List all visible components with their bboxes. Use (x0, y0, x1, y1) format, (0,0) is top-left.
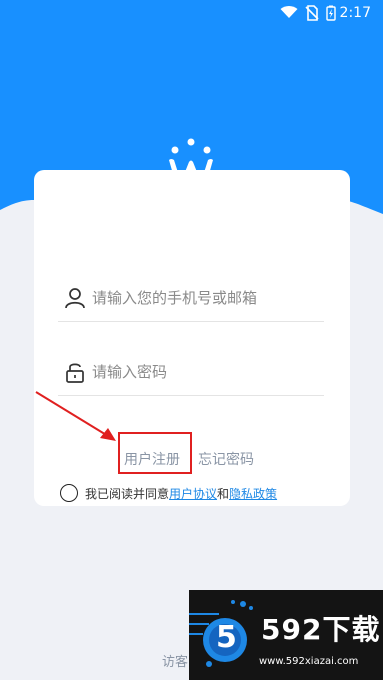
account-field (58, 272, 324, 322)
user-agreement-link[interactable]: 用户协议 (169, 485, 217, 502)
watermark: 5 592下载 www.592xiazai.com (189, 590, 383, 680)
status-time: 2:17 (339, 5, 371, 21)
account-input[interactable] (92, 284, 322, 312)
password-input[interactable] (92, 358, 322, 386)
forgot-password-link[interactable]: 忘记密码 (198, 449, 254, 469)
status-bar: 2:17 (0, 0, 383, 26)
password-field (58, 346, 324, 396)
agreement-and: 和 (217, 486, 230, 501)
highlight-box (118, 432, 192, 474)
watermark-brand: 592下载 (261, 613, 381, 646)
privacy-policy-link[interactable]: 隐私政策 (229, 485, 277, 502)
agreement-checkbox[interactable] (60, 484, 78, 502)
login-card: 用户注册 忘记密码 我已阅读并同意 用户协议 和 隐私政策 (34, 170, 350, 506)
watermark-mark: 5 (216, 620, 237, 655)
watermark-url: www.592xiazai.com (259, 656, 359, 667)
user-icon (65, 288, 85, 309)
agreement-prefix: 我已阅读并同意 (85, 486, 170, 501)
visitor-link[interactable]: 访客 (162, 651, 188, 670)
annotation-arrow-icon (35, 391, 116, 441)
no-sim-icon (305, 5, 319, 21)
lock-icon (66, 363, 84, 383)
battery-charging-icon (326, 5, 336, 21)
agreement-row: 我已阅读并同意 用户协议 和 隐私政策 (60, 484, 277, 502)
wifi-icon (280, 6, 298, 18)
